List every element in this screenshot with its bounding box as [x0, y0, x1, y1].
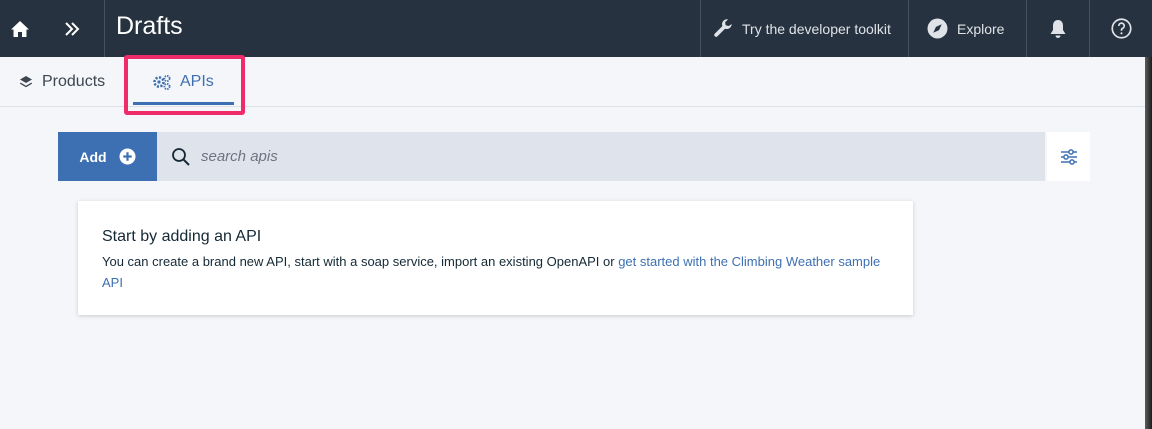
top-navigation-bar: Drafts Try the developer toolkit Explore: [0, 0, 1152, 57]
tab-products-label: Products: [42, 73, 106, 90]
add-circle-icon: [119, 148, 136, 165]
divider: [104, 0, 105, 57]
double-chevron-right-icon: [65, 21, 80, 36]
add-button[interactable]: Add: [58, 132, 157, 181]
page-title: Drafts: [116, 12, 183, 40]
empty-state-title: Start by adding an API: [102, 228, 262, 245]
empty-state-card: Start by adding an API You can create a …: [78, 201, 913, 315]
empty-state-text: You can create a brand new API, start wi…: [102, 251, 889, 293]
window-edge: [1145, 57, 1152, 429]
explore-label: Explore: [957, 20, 1005, 37]
notifications-button[interactable]: [1027, 0, 1089, 57]
search-bar: [157, 132, 1045, 181]
filter-button[interactable]: [1047, 132, 1090, 181]
add-button-label: Add: [79, 148, 107, 165]
help-icon: [1110, 18, 1132, 39]
home-icon: [11, 20, 29, 37]
compass-icon: [927, 18, 948, 39]
bell-icon: [1050, 19, 1066, 38]
search-icon: [172, 147, 190, 166]
developer-toolkit-label: Try the developer toolkit: [742, 20, 891, 37]
developer-toolkit-link[interactable]: Try the developer toolkit: [700, 0, 908, 57]
layers-icon: [20, 76, 32, 88]
help-button[interactable]: [1090, 0, 1152, 57]
highlight-box: [124, 55, 245, 115]
wrench-icon: [714, 18, 732, 37]
empty-state-description: You can create a brand new API, start wi…: [102, 254, 619, 269]
explore-link[interactable]: Explore: [909, 0, 1026, 57]
home-button[interactable]: [0, 0, 40, 57]
search-input[interactable]: [201, 148, 1001, 165]
filter-settings-icon: [1060, 148, 1077, 165]
tab-products[interactable]: Products: [19, 57, 105, 107]
expand-nav-button[interactable]: [40, 0, 104, 57]
